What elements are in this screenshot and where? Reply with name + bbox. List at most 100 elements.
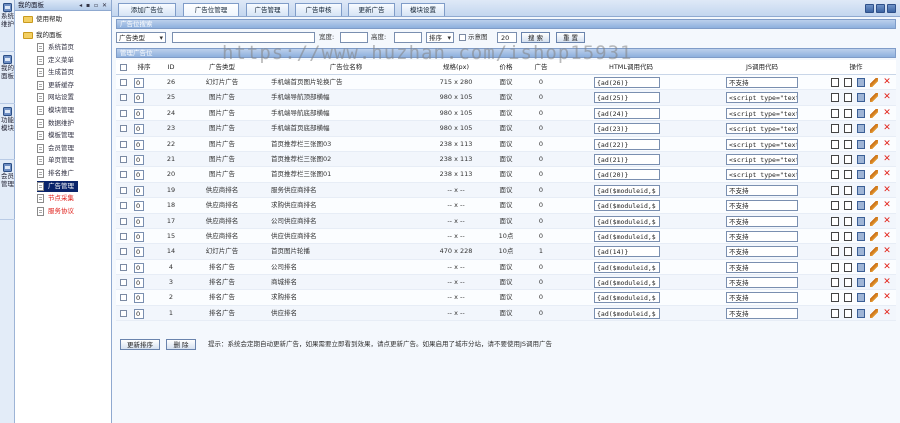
minimize-icon[interactable] — [865, 4, 874, 13]
copy-icon[interactable] — [844, 93, 852, 103]
tree-item[interactable]: 网站设置 — [37, 92, 78, 103]
row-checkbox[interactable] — [120, 79, 127, 86]
row-checkbox[interactable] — [120, 232, 127, 240]
tree-folder[interactable]: 使用帮助 — [23, 14, 62, 25]
row-checkbox[interactable] — [120, 248, 127, 256]
tree-item[interactable]: 服务协议 — [37, 206, 78, 217]
row-checkbox[interactable] — [120, 109, 127, 117]
copy-icon[interactable] — [844, 170, 852, 180]
stats-icon[interactable] — [857, 170, 865, 180]
view-icon[interactable] — [831, 293, 839, 303]
tab-5[interactable]: 更新广告 — [348, 3, 395, 16]
side-tab-1[interactable]: 系统维护 — [0, 0, 15, 52]
select-all-checkbox[interactable] — [120, 64, 127, 71]
delete-icon[interactable]: ✕ — [883, 170, 891, 179]
edit-icon[interactable] — [870, 139, 878, 149]
delete-icon[interactable]: ✕ — [883, 154, 891, 164]
side-tab-2[interactable]: 我的面板 — [0, 52, 15, 104]
update-order-button[interactable]: 更新排序 — [120, 339, 160, 350]
tree-item[interactable]: 排名推广 — [37, 168, 78, 179]
delete-icon[interactable]: ✕ — [883, 247, 891, 256]
copy-icon[interactable] — [844, 201, 852, 211]
delete-icon[interactable]: ✕ — [883, 108, 891, 118]
edit-icon[interactable] — [870, 293, 878, 303]
view-icon[interactable] — [831, 262, 839, 272]
js-code-field[interactable]: 不支持 — [726, 292, 798, 304]
delete-icon[interactable]: ✕ — [883, 201, 891, 210]
html-code-field[interactable]: {ad($moduleid,$ — [594, 215, 660, 227]
copy-icon[interactable] — [844, 293, 852, 303]
order-input[interactable]: 0 — [134, 108, 144, 119]
edit-icon[interactable] — [870, 154, 878, 164]
edit-icon[interactable] — [870, 308, 878, 318]
tree-item[interactable]: 系统首页 — [37, 42, 78, 53]
edit-icon[interactable] — [870, 78, 878, 87]
js-code-field[interactable]: <script type="text — [726, 169, 798, 181]
edit-icon[interactable] — [870, 231, 878, 241]
html-code-field[interactable]: {ad(20)} — [594, 169, 660, 181]
view-icon[interactable] — [831, 308, 839, 318]
order-input[interactable]: 0 — [134, 216, 144, 227]
order-input[interactable]: 0 — [134, 124, 144, 135]
view-icon[interactable] — [831, 139, 839, 149]
delete-icon[interactable]: ✕ — [883, 231, 891, 241]
view-icon[interactable] — [831, 201, 839, 211]
stats-icon[interactable] — [857, 308, 865, 318]
order-input[interactable]: 0 — [134, 185, 144, 196]
tree-item[interactable]: 单页管理 — [37, 155, 78, 166]
edit-icon[interactable] — [870, 93, 878, 103]
js-code-field[interactable]: 不支持 — [726, 261, 798, 273]
copy-icon[interactable] — [844, 262, 852, 272]
html-code-field[interactable]: {ad($moduleid,$ — [594, 307, 660, 319]
row-checkbox[interactable] — [120, 309, 127, 317]
edit-icon[interactable] — [870, 108, 878, 118]
row-checkbox[interactable] — [120, 202, 127, 210]
row-checkbox[interactable] — [120, 186, 127, 194]
stats-icon[interactable] — [857, 262, 865, 272]
edit-icon[interactable] — [870, 185, 878, 195]
view-icon[interactable] — [831, 247, 839, 257]
view-icon[interactable] — [831, 170, 839, 180]
order-input[interactable]: 0 — [134, 247, 144, 258]
view-icon[interactable] — [831, 108, 839, 118]
tree-item[interactable]: 生成首页 — [37, 67, 78, 78]
js-code-field[interactable]: <script type="text — [726, 107, 798, 119]
stats-icon[interactable] — [857, 247, 865, 257]
edit-icon[interactable] — [870, 170, 878, 180]
side-tab-4[interactable]: 会员管理 — [0, 160, 15, 220]
row-checkbox[interactable] — [120, 217, 127, 225]
js-code-field[interactable]: 不支持 — [726, 230, 798, 242]
copy-icon[interactable] — [844, 78, 852, 87]
order-input[interactable]: 0 — [134, 154, 144, 165]
tree-item[interactable]: 更新缓存 — [37, 80, 78, 91]
stats-icon[interactable] — [857, 185, 865, 195]
copy-icon[interactable] — [844, 231, 852, 241]
stats-icon[interactable] — [857, 293, 865, 303]
js-code-field[interactable]: 不支持 — [726, 200, 798, 212]
order-input[interactable]: 0 — [134, 262, 144, 273]
row-checkbox[interactable] — [120, 125, 127, 133]
view-icon[interactable] — [831, 154, 839, 164]
show-image-checkbox[interactable] — [459, 34, 466, 41]
delete-icon[interactable]: ✕ — [883, 278, 891, 287]
delete-icon[interactable]: ✕ — [883, 124, 891, 133]
html-code-field[interactable]: {ad($moduleid,$ — [594, 292, 660, 304]
html-code-field[interactable]: {ad(23)} — [594, 123, 660, 135]
tree-item[interactable]: 广告管理 — [37, 180, 78, 192]
order-input[interactable]: 0 — [134, 201, 144, 212]
tree-item[interactable]: 模板管理 — [37, 130, 78, 141]
row-checkbox[interactable] — [120, 171, 127, 179]
js-code-field[interactable]: <script type="text — [726, 138, 798, 150]
delete-button[interactable]: 删 除 — [166, 339, 196, 350]
copy-icon[interactable] — [844, 278, 852, 288]
stats-icon[interactable] — [857, 216, 865, 226]
edit-icon[interactable] — [870, 201, 878, 211]
html-code-field[interactable]: {ad($moduleid,$ — [594, 261, 660, 273]
html-code-field[interactable]: {ad(25)} — [594, 92, 660, 104]
view-icon[interactable] — [831, 231, 839, 241]
copy-icon[interactable] — [844, 185, 852, 195]
js-code-field[interactable]: <script type="text — [726, 153, 798, 165]
html-code-field[interactable]: {ad($moduleid,$ — [594, 200, 660, 212]
html-code-field[interactable]: {ad(26)} — [594, 77, 660, 88]
row-checkbox[interactable] — [120, 94, 127, 102]
